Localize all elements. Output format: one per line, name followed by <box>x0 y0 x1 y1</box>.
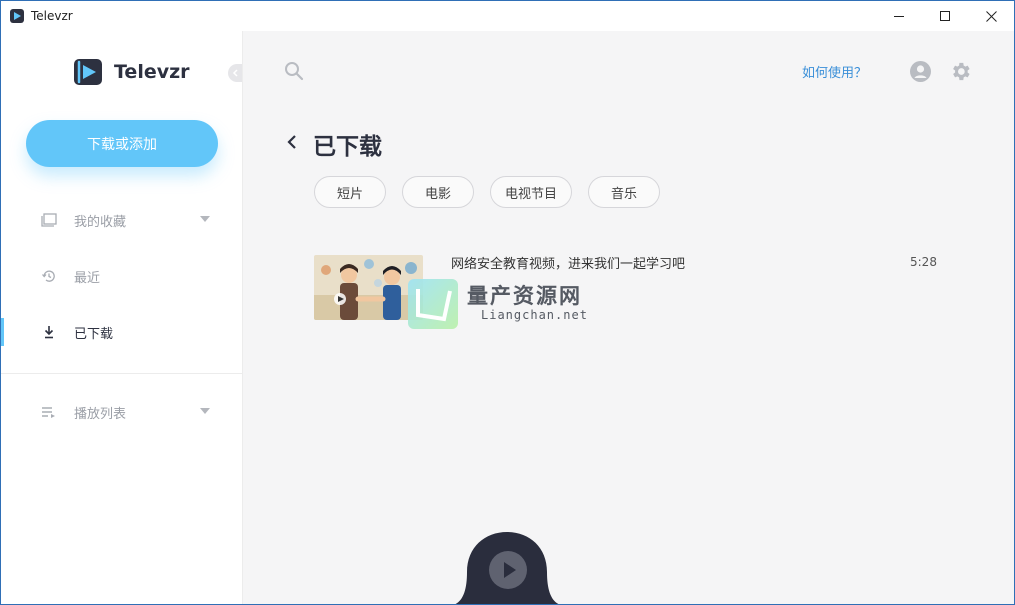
video-title: 网络安全教育视频，进来我们一起学习吧 <box>451 257 686 272</box>
play-button-icon[interactable] <box>488 550 528 590</box>
window-title: Televzr <box>31 9 73 23</box>
settings-gear-icon[interactable] <box>949 60 972 83</box>
search-icon[interactable] <box>284 61 304 81</box>
watermark-subtext: Liangchan.net <box>481 308 588 322</box>
history-icon <box>42 270 55 282</box>
main-content: 如何使用？ 已下载 短片 电影 电视节目 音乐 网络安全教育视频，进来我们一起学… <box>243 31 1014 604</box>
sidebar-item-label: 最近 <box>74 270 101 286</box>
video-thumbnail[interactable] <box>314 255 423 320</box>
filter-chip-music[interactable]: 音乐 <box>588 176 660 208</box>
maximize-button[interactable] <box>922 1 968 31</box>
brand-logo-icon <box>74 59 102 85</box>
download-or-add-button[interactable]: 下载或添加 <box>26 120 218 167</box>
app-logo-icon <box>10 9 24 23</box>
brand: Televzr <box>73 57 190 87</box>
sidebar: Televzr 下载或添加 我的收藏 最近 已下载 播放列表 <box>1 31 243 604</box>
how-to-use-link[interactable]: 如何使用？ <box>802 62 867 81</box>
sidebar-divider <box>1 373 242 374</box>
watermark-logo-icon <box>408 279 458 329</box>
sidebar-item-label: 播放列表 <box>74 406 127 422</box>
account-icon[interactable] <box>909 60 932 83</box>
filter-chip-movies[interactable]: 电影 <box>402 176 474 208</box>
page-title: 已下载 <box>313 134 382 160</box>
back-chevron-icon[interactable] <box>287 135 297 149</box>
sidebar-item-label: 我的收藏 <box>74 214 127 230</box>
sidebar-item-playlists[interactable]: 播放列表 <box>1 398 242 426</box>
video-duration: 5:28 <box>910 255 937 269</box>
window-controls <box>876 1 1014 31</box>
active-indicator <box>1 318 4 346</box>
minimize-button[interactable] <box>876 1 922 31</box>
app-window: Televzr Televzr 下载或添加 我的收藏 最近 已下载 播放列表 如… <box>0 0 1015 605</box>
brand-name: Televzr <box>114 61 190 83</box>
folder-icon <box>41 213 57 227</box>
sidebar-item-favorites[interactable]: 我的收藏 <box>1 206 242 234</box>
filter-chip-tv-shows[interactable]: 电视节目 <box>490 176 572 208</box>
close-button[interactable] <box>968 1 1014 31</box>
close-icon <box>985 10 997 22</box>
minimize-icon <box>893 15 904 17</box>
title-bar: Televzr <box>1 1 1014 31</box>
sidebar-item-downloaded[interactable]: 已下载 <box>1 318 242 346</box>
watermark: 量产资源网 Liangchan.net <box>408 279 618 331</box>
sidebar-item-label: 已下载 <box>74 326 114 342</box>
maximize-icon <box>939 10 950 21</box>
playlist-icon <box>42 407 55 418</box>
filter-chip-shorts[interactable]: 短片 <box>314 176 386 208</box>
collapse-sidebar-button[interactable] <box>228 64 242 82</box>
caret-down-icon <box>200 408 210 414</box>
video-list-item[interactable]: 网络安全教育视频，进来我们一起学习吧 5:28 <box>314 255 937 321</box>
sidebar-item-recent[interactable]: 最近 <box>1 262 242 290</box>
chevron-left-icon <box>232 69 238 77</box>
caret-down-icon <box>200 216 210 222</box>
download-icon <box>44 326 54 339</box>
watermark-text: 量产资源网 <box>467 284 582 308</box>
